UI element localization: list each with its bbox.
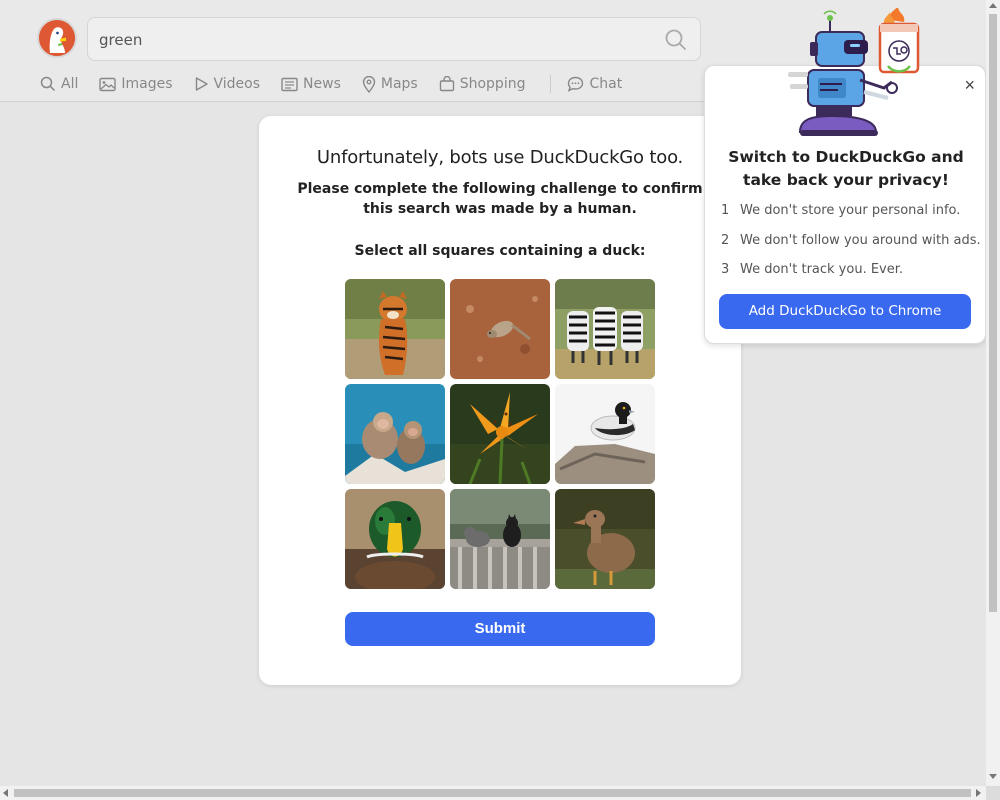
captcha-tile-tiger[interactable] [345, 279, 445, 379]
scroll-left-arrow-icon[interactable] [3, 789, 8, 797]
bot-challenge-dialog: Unfortunately, bots use DuckDuckGo too. … [259, 116, 741, 685]
scroll-right-arrow-icon[interactable] [976, 789, 981, 797]
captcha-tile-lily[interactable] [450, 384, 550, 484]
challenge-title: Unfortunately, bots use DuckDuckGo too. [316, 147, 684, 168]
promo-point-text: We don't track you. Ever. [740, 262, 904, 277]
challenge-instruction: Select all squares containing a duck: [354, 243, 646, 259]
scrollbar-corner [986, 786, 1000, 800]
meerkat-image [450, 279, 550, 379]
promo-title-line1: Switch to DuckDuckGo and [728, 148, 964, 166]
close-icon[interactable]: × [964, 76, 975, 94]
captcha-tile-zebras[interactable] [555, 279, 655, 379]
captcha-tile-cats[interactable] [450, 489, 550, 589]
promo-point-text: We don't store your personal info. [740, 203, 961, 218]
tab-chat[interactable]: Chat [567, 76, 622, 92]
duck-logo-icon [39, 20, 75, 56]
robot-mascot-icon [788, 6, 920, 136]
tab-label: News [303, 76, 341, 92]
captcha-tile-meerkat[interactable] [450, 279, 550, 379]
vertical-scroll-thumb[interactable] [989, 14, 997, 612]
tab-news[interactable]: News [281, 76, 341, 92]
search-icon [40, 76, 56, 92]
tab-videos[interactable]: Videos [194, 76, 261, 92]
tab-label: Videos [213, 76, 261, 92]
captcha-tile-brown-duck[interactable] [555, 489, 655, 589]
search-button[interactable] [664, 28, 688, 52]
shopping-bag-icon [439, 76, 454, 92]
promo-point-text: We don't follow you around with ads. [740, 232, 981, 248]
play-icon [195, 77, 208, 91]
tab-images[interactable]: Images [99, 76, 173, 92]
zebras-image [555, 279, 655, 379]
promo-points: 1 We don't store your personal info. 2 We … [721, 203, 981, 292]
nav-divider [550, 75, 552, 93]
duck-driftwood-image [555, 384, 655, 484]
tab-label: Chat [589, 76, 623, 92]
captcha-tile-monkeys[interactable] [345, 384, 445, 484]
promo-point-number: 3 [721, 262, 730, 277]
brown-duck-image [555, 489, 655, 589]
cats-bench-image [450, 489, 550, 589]
scroll-up-arrow-icon[interactable] [989, 3, 997, 8]
tiger-image [345, 279, 445, 379]
promo-title: Switch to DuckDuckGo and take back your … [705, 146, 987, 192]
promo-point: 3 We don't track you. Ever. [721, 262, 981, 292]
tab-shopping[interactable]: Shopping [439, 76, 526, 92]
map-pin-icon [362, 75, 376, 93]
add-to-chrome-button[interactable]: Add DuckDuckGo to Chrome [719, 294, 971, 329]
captcha-grid [345, 279, 655, 589]
tab-all[interactable]: All [40, 76, 78, 92]
captcha-tile-duck-driftwood[interactable] [555, 384, 655, 484]
captcha-tile-mallard[interactable] [345, 489, 445, 589]
challenge-subtitle: Please complete the following challenge … [297, 181, 703, 217]
robot-illustration [780, 6, 925, 138]
horizontal-scroll-thumb[interactable] [14, 789, 971, 797]
promo-point: 1 We don't store your personal info. [721, 203, 981, 233]
chat-bubble-icon [568, 76, 584, 92]
promo-point-number: 2 [721, 232, 730, 248]
tab-label: All [61, 76, 79, 92]
tab-label: Images [121, 76, 173, 92]
mallard-duck-image [345, 489, 445, 589]
scroll-down-arrow-icon[interactable] [989, 774, 997, 779]
promo-point-number: 1 [721, 203, 730, 218]
submit-button[interactable]: Submit [345, 612, 655, 646]
promo-point: 2 We don't follow you around with ads. [721, 233, 981, 263]
horizontal-scrollbar[interactable] [0, 786, 986, 800]
vertical-scrollbar[interactable] [986, 0, 1000, 786]
duckduckgo-logo[interactable] [37, 18, 77, 58]
image-icon [99, 77, 117, 91]
promo-title-line2: take back your privacy! [743, 171, 949, 189]
monkeys-image [345, 384, 445, 484]
tab-maps[interactable]: Maps [362, 75, 418, 93]
tab-label: Shopping [459, 76, 526, 92]
search-input[interactable] [99, 28, 639, 52]
lily-flower-image [450, 384, 550, 484]
newspaper-icon [281, 77, 298, 91]
tab-label: Maps [380, 76, 418, 92]
search-box [87, 17, 701, 61]
search-icon [665, 29, 686, 50]
search-tabs: All Images Videos News Maps Shopping Cha… [40, 73, 643, 95]
